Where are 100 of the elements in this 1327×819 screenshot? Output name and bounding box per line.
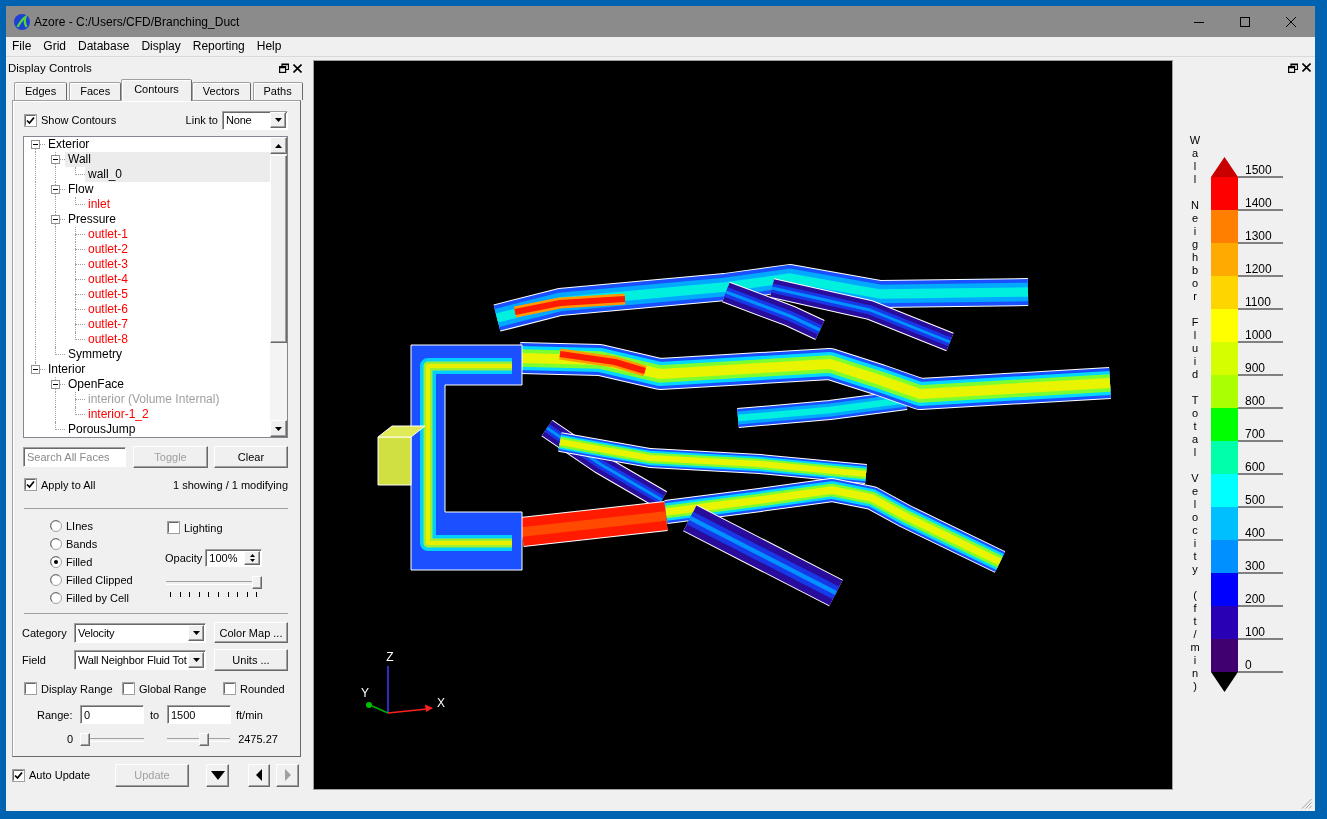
checkbox[interactable] — [24, 478, 37, 491]
tree-item[interactable]: outlet-1 — [85, 227, 132, 242]
checkbox[interactable] — [167, 521, 180, 534]
checkbox-label[interactable]: Show Contours — [41, 114, 117, 126]
slider-thumb[interactable] — [252, 576, 262, 589]
radio-button[interactable] — [50, 592, 62, 604]
caret-up-icon — [249, 554, 255, 557]
collapse-icon[interactable] — [51, 380, 60, 389]
slider-track[interactable] — [80, 732, 145, 746]
caret-down-icon — [192, 658, 200, 662]
slider-thumb[interactable] — [199, 732, 210, 746]
opacity-label: Opacity — [165, 552, 203, 564]
tree-item[interactable]: inlet — [85, 197, 113, 212]
tree-item[interactable]: Interior — [45, 362, 89, 377]
resize-grip-icon[interactable] — [1300, 797, 1312, 809]
tree-item[interactable]: Exterior — [45, 137, 93, 152]
tick-label: 200 — [1244, 593, 1267, 606]
dropdown-arrow-button[interactable] — [270, 112, 286, 128]
tab[interactable]: Contours — [121, 79, 192, 101]
radio-label[interactable]: Filled by Cell — [66, 592, 129, 604]
collapse-icon[interactable] — [31, 140, 40, 149]
field-dropdown[interactable]: Wall Neighbor Fluid Tot — [74, 650, 206, 670]
checkbox-label[interactable]: Apply to All — [41, 478, 96, 491]
menu-item[interactable]: File — [6, 38, 38, 55]
tab[interactable]: Faces — [69, 82, 122, 100]
checkbox-label[interactable]: Rounded — [240, 682, 285, 695]
tree-item[interactable]: outlet-4 — [85, 272, 132, 287]
checkbox[interactable] — [12, 768, 25, 782]
tree-item[interactable]: outlet-6 — [85, 302, 132, 317]
checkbox-label[interactable]: Auto Update — [29, 769, 91, 781]
tree-item[interactable]: Wall — [65, 152, 270, 167]
checkbox[interactable] — [122, 682, 135, 695]
tree-item[interactable]: wall_0 — [85, 167, 270, 182]
radio-button[interactable] — [50, 556, 62, 568]
tree-item[interactable]: outlet-8 — [85, 332, 132, 347]
scroll-down-button[interactable] — [270, 420, 287, 437]
radio-button[interactable] — [50, 538, 62, 550]
checkbox[interactable] — [223, 682, 236, 695]
menu-item[interactable]: Grid — [37, 38, 72, 55]
tree-item[interactable]: interior-1_2 — [85, 407, 152, 422]
category-dropdown[interactable]: Velocity — [74, 622, 206, 643]
tree-item[interactable]: outlet-5 — [85, 287, 132, 302]
menu-item[interactable]: Reporting — [186, 38, 251, 55]
opacity-spinbox[interactable]: 100% — [205, 549, 262, 567]
checkbox[interactable] — [24, 682, 37, 695]
tree-item[interactable]: outlet-7 — [85, 317, 132, 332]
tree-item[interactable]: OpenFace — [65, 377, 128, 392]
link-to-dropdown[interactable]: None — [222, 110, 288, 130]
radio-label[interactable]: LInes — [66, 520, 93, 532]
checkbox-label[interactable]: Global Range — [139, 682, 207, 695]
tree-item[interactable]: outlet-3 — [85, 257, 132, 272]
menu-item[interactable]: Help — [250, 38, 288, 55]
down-triangle-button[interactable] — [206, 763, 229, 787]
clear-button[interactable]: Clear — [214, 446, 288, 468]
z-axis — [387, 665, 389, 714]
tab[interactable]: Edges — [14, 82, 68, 100]
slider-track[interactable] — [167, 732, 231, 746]
units-button[interactable]: Units ... — [214, 649, 288, 671]
dropdown-arrow-button[interactable] — [188, 652, 204, 668]
menu-item[interactable]: Display — [135, 38, 187, 55]
scroll-up-button[interactable] — [270, 137, 287, 154]
scrollbar-thumb[interactable] — [270, 155, 287, 343]
tree-item[interactable]: Pressure — [65, 212, 120, 227]
restore-icon[interactable] — [279, 63, 289, 73]
tab[interactable]: Vectors — [191, 82, 251, 100]
collapse-icon[interactable] — [51, 185, 60, 194]
tree-item[interactable]: Flow — [65, 182, 97, 197]
left-triangle-button[interactable] — [248, 763, 270, 787]
menu-item[interactable]: Database — [72, 38, 136, 55]
tree-item[interactable]: PorousJump — [65, 422, 139, 437]
collapse-icon[interactable] — [51, 215, 60, 224]
range-from-field[interactable]: 0 — [80, 705, 144, 724]
collapse-icon[interactable] — [31, 365, 40, 374]
tick-label: 300 — [1244, 560, 1267, 573]
scrollbar[interactable] — [270, 137, 287, 437]
spin-buttons[interactable] — [244, 551, 260, 565]
checkbox-label[interactable]: Lighting — [184, 521, 223, 534]
link-to-label: Link to — [185, 114, 218, 126]
close-icon[interactable] — [293, 63, 302, 73]
checkbox-label[interactable]: Display Range — [41, 682, 113, 695]
tree-item[interactable]: Symmetry — [65, 347, 125, 362]
radio-button[interactable] — [50, 520, 62, 532]
radio-label[interactable]: Filled Clipped — [66, 574, 133, 586]
triangle-down-icon — [210, 770, 225, 780]
range-to-field[interactable]: 1500 — [167, 705, 231, 724]
radio-button[interactable] — [50, 574, 62, 586]
checkbox[interactable] — [24, 113, 37, 127]
close-icon[interactable] — [1302, 63, 1311, 72]
tree-item[interactable]: outlet-2 — [85, 242, 132, 257]
collapse-icon[interactable] — [51, 155, 60, 164]
radio-label[interactable]: Filled — [66, 556, 93, 568]
tab[interactable]: Paths — [252, 82, 303, 100]
slider-thumb[interactable] — [80, 732, 91, 746]
dropdown-arrow-button[interactable] — [188, 624, 204, 641]
x-axis — [387, 704, 433, 714]
slider-track[interactable] — [166, 576, 262, 589]
color-map-button[interactable]: Color Map ... — [214, 622, 288, 643]
radio-label[interactable]: Bands — [66, 538, 98, 550]
search-field[interactable]: Search All Faces — [23, 447, 126, 467]
restore-icon[interactable] — [1288, 62, 1298, 73]
